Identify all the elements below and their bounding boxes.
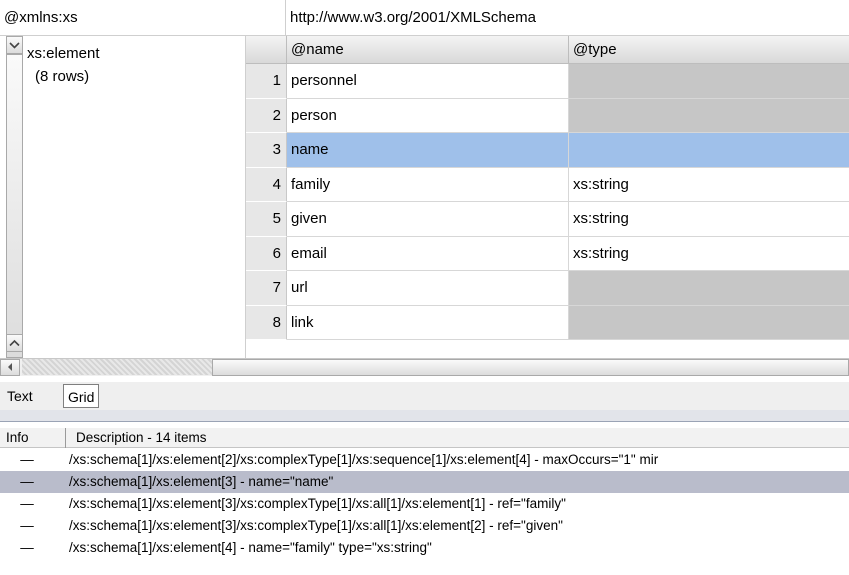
message-description: /xs:schema[1]/xs:element[3] - name="name…	[69, 474, 334, 489]
row-number[interactable]: 7	[246, 271, 287, 306]
cell-type[interactable]: xs:string	[569, 236, 849, 271]
message-info: —	[20, 496, 34, 511]
cell-name[interactable]: link	[287, 305, 569, 340]
message-description: /xs:schema[1]/xs:element[4] - name="fami…	[69, 540, 432, 555]
tab-text-label: Text	[7, 388, 33, 404]
message-row[interactable]: — /xs:schema[1]/xs:element[3]/xs:complexT…	[0, 493, 849, 515]
cell-name[interactable]: family	[287, 167, 569, 202]
attribute-value-cell[interactable]: http://www.w3.org/2001/XMLSchema	[286, 0, 849, 36]
message-row[interactable]: — /xs:schema[1]/xs:element[3] - name="nam…	[0, 471, 849, 493]
cell-type[interactable]: xs:string	[569, 167, 849, 202]
row-number[interactable]: 5	[246, 202, 287, 237]
row-number[interactable]: 1	[246, 64, 287, 99]
messages-info-header-label: Info	[6, 430, 29, 445]
cell-type[interactable]	[569, 98, 849, 133]
messages-description-header[interactable]: Description - 14 items	[66, 428, 849, 448]
column-header-name-label: @name	[291, 41, 344, 58]
panel-splitter[interactable]	[0, 410, 849, 422]
row-number[interactable]: 2	[246, 98, 287, 133]
message-description: /xs:schema[1]/xs:element[3]/xs:complexTy…	[69, 496, 566, 511]
horizontal-scroll-thumb[interactable]	[212, 359, 849, 376]
message-info: —	[20, 518, 34, 533]
element-row-count: (8 rows)	[35, 68, 90, 85]
message-row[interactable]: — /xs:schema[1]/xs:element[4] - name="fam…	[0, 537, 849, 559]
cell-name[interactable]: email	[287, 236, 569, 271]
column-header-type[interactable]: @type	[569, 36, 849, 64]
cell-type[interactable]	[569, 133, 849, 168]
tab-grid-label: Grid	[68, 389, 95, 405]
cell-name[interactable]: person	[287, 98, 569, 133]
tab-grid[interactable]: Grid	[63, 384, 100, 408]
element-scroll-thumb[interactable]	[6, 54, 23, 358]
row-number[interactable]: 3	[246, 133, 287, 168]
message-info: —	[20, 540, 34, 555]
message-row[interactable]: — /xs:schema[1]/xs:element[2]/xs:complexT…	[0, 449, 849, 471]
collapse-chevron-icon[interactable]	[6, 36, 23, 54]
scroll-up-icon[interactable]	[6, 334, 23, 352]
scroll-left-icon[interactable]	[0, 359, 20, 376]
message-info: —	[20, 452, 34, 467]
tab-text[interactable]: Text	[3, 384, 37, 408]
message-row[interactable]: — /xs:schema[1]/xs:element[3]/xs:complexT…	[0, 515, 849, 537]
message-description: /xs:schema[1]/xs:element[3]/xs:complexTy…	[69, 518, 563, 533]
element-name: xs:element	[27, 45, 100, 62]
cell-type[interactable]: xs:string	[569, 202, 849, 237]
message-info: —	[20, 474, 34, 489]
column-header-type-label: @type	[573, 41, 617, 58]
attribute-value: http://www.w3.org/2001/XMLSchema	[290, 9, 536, 26]
messages-description-header-label: Description - 14 items	[76, 430, 207, 445]
row-number[interactable]: 8	[246, 305, 287, 340]
row-number[interactable]: 4	[246, 167, 287, 202]
messages-header: Info Description - 14 items	[0, 428, 849, 448]
cell-name[interactable]: given	[287, 202, 569, 237]
cell-name[interactable]: personnel	[287, 64, 569, 99]
horizontal-scroll-track[interactable]	[22, 359, 212, 375]
view-tab-bar: Text Grid	[0, 382, 849, 410]
attribute-name-cell[interactable]: @xmlns:xs	[0, 0, 286, 36]
messages-info-header[interactable]: Info	[0, 428, 66, 448]
cell-name[interactable]: url	[287, 271, 569, 306]
attribute-name: @xmlns:xs	[4, 9, 78, 26]
cell-type[interactable]	[569, 271, 849, 306]
cell-name[interactable]: name	[287, 133, 569, 168]
cell-type[interactable]	[569, 64, 849, 99]
grid-corner-header	[246, 36, 287, 64]
column-header-name[interactable]: @name	[287, 36, 569, 64]
message-description: /xs:schema[1]/xs:element[2]/xs:complexTy…	[69, 452, 659, 467]
row-number[interactable]: 6	[246, 236, 287, 271]
cell-type[interactable]	[569, 305, 849, 340]
